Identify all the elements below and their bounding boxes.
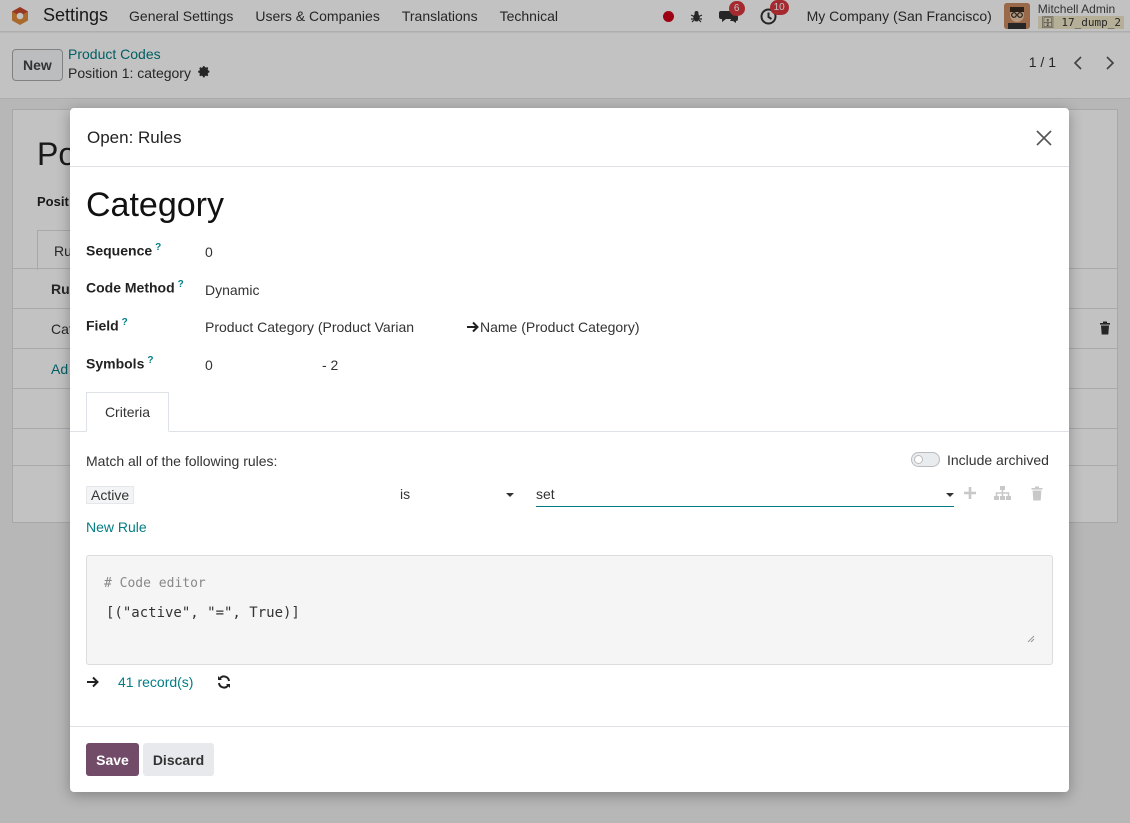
- code-method-label: Code Method?: [86, 279, 184, 296]
- delete-rule-icon[interactable]: [1031, 486, 1043, 504]
- save-button[interactable]: Save: [86, 743, 139, 776]
- include-archived-toggle[interactable]: [911, 452, 940, 467]
- record-count-link[interactable]: 41 record(s): [118, 674, 193, 690]
- field-label: Field?: [86, 317, 128, 334]
- include-archived-label[interactable]: Include archived: [947, 452, 1049, 468]
- record-title[interactable]: Category: [86, 186, 224, 225]
- match-rules-text: Match all of the following rules:: [86, 453, 278, 469]
- new-rule-button[interactable]: New Rule: [86, 519, 147, 535]
- help-icon[interactable]: ?: [155, 242, 161, 253]
- rule-value-select[interactable]: set: [536, 486, 954, 507]
- refresh-icon[interactable]: [217, 675, 231, 692]
- arrow-right-icon: [467, 321, 480, 333]
- sequence-label: Sequence?: [86, 242, 162, 259]
- dialog-header: Open: Rules: [70, 108, 1069, 167]
- code-editor[interactable]: # Code editor [("active", "=", True)]: [86, 555, 1053, 665]
- discard-button[interactable]: Discard: [143, 743, 214, 776]
- help-icon[interactable]: ?: [147, 355, 153, 366]
- related-field[interactable]: Name (Product Category): [467, 319, 640, 335]
- resize-handle-icon[interactable]: [1027, 631, 1035, 647]
- symbols-start-field[interactable]: 0: [205, 357, 213, 373]
- rule-operator-select[interactable]: is: [400, 486, 515, 506]
- code-editor-comment: # Code editor: [104, 576, 206, 591]
- related-field-label: Name (Product Category): [480, 319, 640, 335]
- symbols-end-field[interactable]: - 2: [322, 357, 338, 373]
- rule-operator-value: is: [400, 486, 411, 502]
- help-icon[interactable]: ?: [178, 279, 184, 290]
- symbols-label: Symbols?: [86, 355, 154, 372]
- tab-criteria[interactable]: Criteria: [86, 392, 169, 432]
- rules-dialog: Open: Rules Category Sequence? 0 Code Me…: [70, 108, 1069, 792]
- chevron-down-icon: [946, 493, 954, 497]
- sequence-field[interactable]: 0: [205, 244, 213, 260]
- dialog-title: Open: Rules: [87, 128, 182, 147]
- rule-value-text: set: [536, 486, 555, 502]
- chevron-down-icon: [506, 493, 514, 497]
- add-branch-icon[interactable]: [994, 486, 1011, 504]
- add-rule-icon[interactable]: [963, 486, 977, 503]
- footer-divider: [70, 726, 1069, 727]
- close-icon[interactable]: [1033, 127, 1055, 149]
- domain-code: [("active", "=", True)]: [106, 605, 300, 621]
- help-icon[interactable]: ?: [122, 317, 128, 328]
- code-method-field[interactable]: Dynamic: [205, 282, 259, 298]
- field-selector[interactable]: Product Category (Product Varian: [205, 319, 425, 335]
- arrow-right-icon: [87, 675, 100, 691]
- rule-field-selector[interactable]: Active: [86, 486, 135, 504]
